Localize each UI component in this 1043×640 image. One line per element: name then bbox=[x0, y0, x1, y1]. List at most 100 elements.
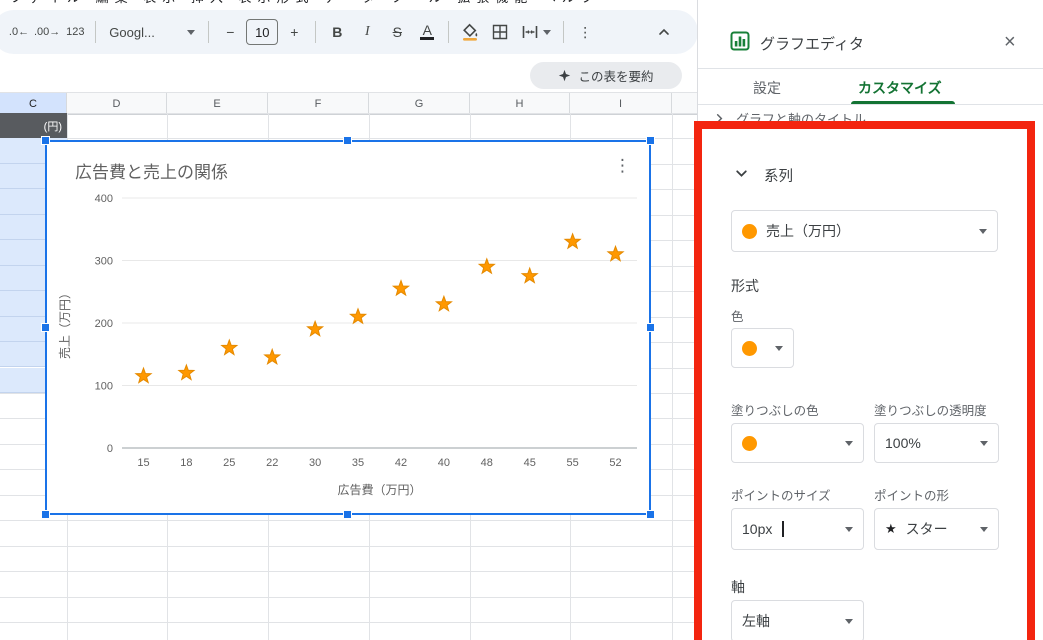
chevron-down-icon bbox=[845, 527, 853, 532]
column-header[interactable]: C bbox=[0, 93, 67, 114]
point-size-value: 10px bbox=[742, 521, 772, 537]
column-header[interactable]: G bbox=[369, 93, 470, 114]
merge-cells-button[interactable] bbox=[516, 18, 556, 46]
svg-text:15: 15 bbox=[137, 457, 149, 469]
font-family-select[interactable]: Googl... bbox=[103, 18, 201, 46]
chevron-down-icon bbox=[845, 619, 853, 624]
text-color-letter: A bbox=[423, 24, 432, 36]
fill-color-dot bbox=[742, 436, 757, 451]
close-icon[interactable]: × bbox=[998, 29, 1022, 56]
chevron-down-icon bbox=[980, 441, 988, 446]
point-size-label: ポイントのサイズ bbox=[731, 485, 831, 504]
chart[interactable]: 広告費と売上の関係 ⋮ 0100200300400151825223035424… bbox=[45, 140, 651, 515]
fill-color-label: 塗りつぶしの色 bbox=[731, 400, 819, 419]
number-format-button[interactable]: 123 bbox=[62, 18, 88, 46]
strikethrough-button[interactable]: S bbox=[383, 18, 411, 46]
chevron-down-icon bbox=[845, 441, 853, 446]
axis-select[interactable]: 左軸 bbox=[731, 600, 864, 640]
svg-text:35: 35 bbox=[352, 457, 364, 469]
fill-color-select[interactable] bbox=[731, 423, 864, 463]
point-shape-label: ポイントの形 bbox=[874, 485, 949, 504]
summarize-table-chip[interactable]: この表を要約 bbox=[530, 62, 682, 89]
chevron-down-icon bbox=[775, 346, 783, 351]
toolbar-divider bbox=[315, 21, 316, 43]
resize-handle[interactable] bbox=[344, 137, 351, 144]
chart-menu-button[interactable]: ⋮ bbox=[608, 154, 637, 178]
svg-text:40: 40 bbox=[438, 457, 450, 469]
resize-handle[interactable] bbox=[42, 137, 49, 144]
svg-text:広告費（万円）: 広告費（万円） bbox=[337, 482, 421, 497]
point-shape-value: スター bbox=[906, 519, 948, 539]
chart-title: 広告費と売上の関係 bbox=[75, 158, 228, 183]
svg-text:48: 48 bbox=[481, 457, 493, 469]
svg-text:18: 18 bbox=[180, 457, 192, 469]
column-header[interactable]: E bbox=[167, 93, 268, 114]
decrease-font-size-button[interactable]: − bbox=[216, 18, 244, 46]
resize-handle[interactable] bbox=[647, 511, 654, 518]
more-options-button[interactable]: ⋮ bbox=[571, 18, 599, 46]
cell-dark-header[interactable]: (円) bbox=[0, 113, 67, 138]
chevron-down-icon bbox=[543, 30, 551, 35]
italic-button[interactable]: I bbox=[353, 18, 381, 46]
column-header[interactable]: D bbox=[67, 93, 167, 114]
resize-handle[interactable] bbox=[647, 324, 654, 331]
tab-setup[interactable]: 設定 bbox=[753, 78, 781, 98]
svg-text:売上（万円）: 売上（万円） bbox=[57, 287, 72, 359]
svg-text:100: 100 bbox=[95, 381, 113, 393]
collapse-toolbar-button[interactable] bbox=[650, 18, 678, 46]
series-section-header[interactable]: 系列 bbox=[764, 165, 793, 186]
font-size-input[interactable]: 10 bbox=[246, 19, 278, 45]
chart-editor-panel: グラフエディタ × 設定 カスタマイズ グラフと軸のタイトル 系列 売上（万円）… bbox=[697, 0, 1043, 640]
fill-opacity-select[interactable]: 100% bbox=[874, 423, 999, 463]
menubar: ファイル 編集 表示 挿入 表示形式 データ ツール 拡張機能 ヘルプ bbox=[10, 0, 600, 6]
point-shape-select[interactable]: ★ スター bbox=[874, 508, 999, 550]
sparkle-icon bbox=[558, 69, 571, 82]
column-header[interactable]: H bbox=[470, 93, 570, 114]
resize-handle[interactable] bbox=[42, 511, 49, 518]
svg-text:30: 30 bbox=[309, 457, 321, 469]
point-size-input[interactable]: 10px bbox=[731, 508, 864, 550]
column-header-row: CDEFGHI bbox=[0, 92, 697, 115]
toolbar-divider bbox=[95, 21, 96, 43]
tab-customize[interactable]: カスタマイズ bbox=[858, 78, 942, 98]
toolbar: .0← .00→ 123 Googl... − 10 + B I S A bbox=[0, 10, 698, 54]
chevron-down-icon bbox=[979, 229, 987, 234]
column-header[interactable]: F bbox=[268, 93, 369, 114]
increase-font-size-button[interactable]: + bbox=[280, 18, 308, 46]
axis-select-value: 左軸 bbox=[742, 611, 770, 631]
star-icon: ★ bbox=[885, 521, 897, 537]
borders-button[interactable] bbox=[486, 18, 514, 46]
toolbar-divider bbox=[448, 21, 449, 43]
fill-color-button[interactable] bbox=[456, 18, 484, 46]
chevron-up-icon bbox=[657, 25, 671, 39]
increase-decimal-button[interactable]: .00→ bbox=[34, 18, 60, 46]
fill-opacity-label: 塗りつぶしの透明度 bbox=[874, 400, 987, 419]
section-chart-axis-titles[interactable]: グラフと軸のタイトル bbox=[713, 109, 866, 128]
svg-text:300: 300 bbox=[95, 256, 113, 268]
series-select[interactable]: 売上（万円） bbox=[731, 210, 998, 252]
series-select-value: 売上（万円） bbox=[766, 221, 850, 241]
color-label: 色 bbox=[731, 306, 744, 325]
panel-title: グラフエディタ bbox=[760, 33, 864, 54]
summarize-chip-label: この表を要約 bbox=[578, 66, 653, 85]
svg-text:42: 42 bbox=[395, 457, 407, 469]
text-color-button[interactable]: A bbox=[413, 18, 441, 46]
svg-text:400: 400 bbox=[95, 193, 113, 205]
color-dot bbox=[742, 341, 757, 356]
font-name-label: Googl... bbox=[109, 25, 155, 40]
chevron-down-icon[interactable] bbox=[734, 166, 749, 181]
resize-handle[interactable] bbox=[647, 137, 654, 144]
line-color-select[interactable] bbox=[731, 328, 794, 368]
chevron-down-icon bbox=[980, 527, 988, 532]
column-header[interactable]: I bbox=[570, 93, 672, 114]
format-label: 形式 bbox=[731, 276, 759, 296]
svg-text:200: 200 bbox=[95, 318, 113, 330]
svg-text:52: 52 bbox=[609, 457, 621, 469]
text-cursor bbox=[782, 521, 784, 537]
resize-handle[interactable] bbox=[42, 324, 49, 331]
scatter-plot: 0100200300400151825223035424048455552広告費… bbox=[47, 142, 649, 513]
resize-handle[interactable] bbox=[344, 511, 351, 518]
toolbar-divider bbox=[563, 21, 564, 43]
decrease-decimal-button[interactable]: .0← bbox=[6, 18, 32, 46]
bold-button[interactable]: B bbox=[323, 18, 351, 46]
